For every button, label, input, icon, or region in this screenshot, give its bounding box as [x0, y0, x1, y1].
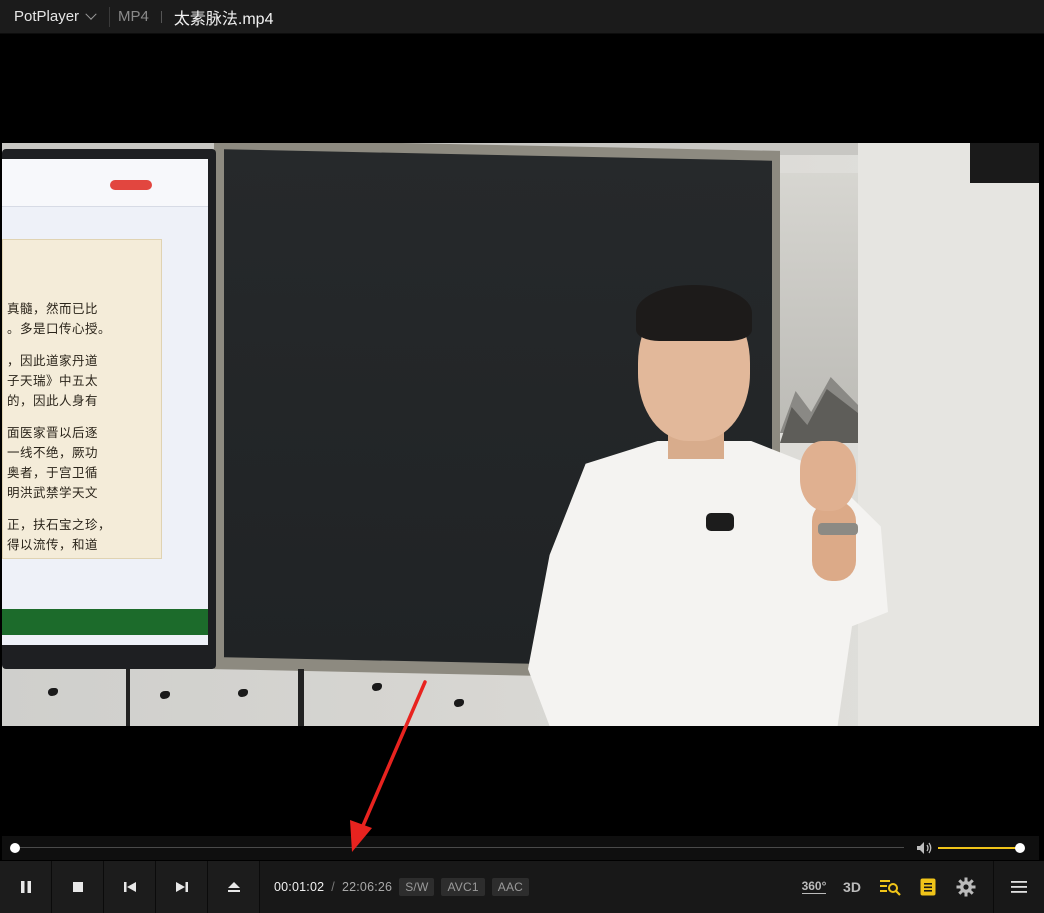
document-line: 一线不绝，厥功	[7, 445, 99, 460]
seek-bar-row	[2, 836, 1039, 860]
time-display: 00:01:02 / 22:06:26 S/W AVC1 AAC	[260, 861, 530, 913]
list-search-icon	[880, 880, 901, 896]
app-name: PotPlayer	[14, 8, 80, 25]
pause-button[interactable]	[0, 861, 52, 913]
document-line: 的，因此人身有	[7, 393, 99, 408]
stop-icon	[72, 882, 83, 892]
skip-next-icon	[175, 882, 188, 892]
presenter-hand	[800, 441, 856, 511]
volume-icon[interactable]	[916, 841, 934, 855]
document-line: 。多是口传心授。	[7, 321, 112, 336]
monitor-toolbar	[2, 159, 208, 207]
file-title: 太素脉法.mp4	[173, 10, 274, 28]
seek-bar[interactable]	[14, 847, 904, 848]
eject-button[interactable]	[208, 861, 260, 913]
skip-previous-icon	[123, 882, 136, 892]
main-menu-button[interactable]	[994, 861, 1044, 913]
video-area[interactable]: 真髓，然而已比 。多是口传心授。 ，因此道家丹道 子天瑞》中五太 的，因此人身有…	[0, 35, 1044, 835]
decoder-tag-sw[interactable]: S/W	[399, 878, 435, 896]
document-line: 明洪武禁学天文	[7, 485, 99, 500]
hamburger-menu-icon	[1011, 881, 1027, 893]
subtitle-icon	[920, 878, 936, 896]
document-page: 真髓，然而已比 。多是口传心授。 ，因此道家丹道 子天瑞》中五太 的，因此人身有…	[2, 239, 162, 559]
total-time[interactable]: 22:06:26	[342, 880, 392, 894]
monitor-screen: 真髓，然而已比 。多是口传心授。 ，因此道家丹道 子天瑞》中五太 的，因此人身有…	[2, 159, 208, 645]
playlist-search-button[interactable]	[871, 861, 909, 913]
time-separator: /	[331, 880, 335, 894]
format-badge: MP4	[118, 8, 149, 25]
3d-button[interactable]: 3D	[833, 861, 871, 913]
presenter-hair	[636, 285, 752, 341]
document-line: 正，扶石宝之珍，	[7, 517, 112, 532]
document-line: 子天瑞》中五太	[7, 373, 99, 388]
document-line: 面医家晋以后逐	[7, 425, 99, 440]
audio-codec-tag[interactable]: AAC	[491, 878, 530, 896]
presenter-forearm	[812, 501, 856, 581]
document-line: 得以流传，和道	[7, 537, 99, 552]
eject-icon	[227, 882, 240, 892]
video-speaker	[970, 143, 1039, 183]
volume-thumb[interactable]	[1015, 843, 1025, 853]
stop-button[interactable]	[52, 861, 104, 913]
title-bar: PotPlayer MP4 太素脉法.mp4	[0, 0, 1044, 34]
monitor-stand	[126, 669, 130, 726]
monitor-toolbar-pill	[110, 180, 152, 190]
document-line: ，因此道家丹道	[7, 353, 99, 368]
display-monitor: 真髓，然而已比 。多是口传心授。 ，因此道家丹道 子天瑞》中五太 的，因此人身有…	[2, 149, 216, 669]
chevron-down-icon	[85, 8, 97, 20]
volume-fill	[938, 847, 1020, 849]
lapel-microphone	[706, 513, 734, 531]
video-frame: 真髓，然而已比 。多是口传心授。 ，因此道家丹道 子天瑞》中五太 的，因此人身有…	[2, 143, 1039, 726]
document-line: 真髓，然而已比	[7, 301, 99, 316]
document-line: 奥者，于宫卫循	[7, 465, 99, 480]
app-menu-button[interactable]: PotPlayer	[0, 0, 109, 34]
presenter	[528, 285, 888, 726]
pause-icon	[20, 881, 31, 893]
presenter-watch	[818, 523, 858, 535]
volume-slider[interactable]	[938, 843, 1025, 853]
control-bar: 00:01:02 / 22:06:26 S/W AVC1 AAC 360° 3D	[0, 861, 1044, 913]
monitor-taskbar	[2, 609, 208, 635]
settings-button[interactable]	[947, 861, 985, 913]
divider	[160, 10, 162, 23]
board-stand	[298, 669, 304, 726]
right-toolbar: 360° 3D	[795, 861, 1044, 913]
seek-thumb[interactable]	[9, 843, 20, 853]
video-codec-tag[interactable]: AVC1	[441, 878, 485, 896]
current-time[interactable]: 00:01:02	[274, 880, 324, 894]
subtitle-button[interactable]	[909, 861, 947, 913]
next-button[interactable]	[156, 861, 208, 913]
gear-icon	[956, 877, 976, 897]
360-icon: 360°	[801, 879, 827, 894]
360-vr-button[interactable]: 360°	[795, 861, 833, 913]
3d-icon: 3D	[843, 879, 861, 895]
previous-button[interactable]	[104, 861, 156, 913]
